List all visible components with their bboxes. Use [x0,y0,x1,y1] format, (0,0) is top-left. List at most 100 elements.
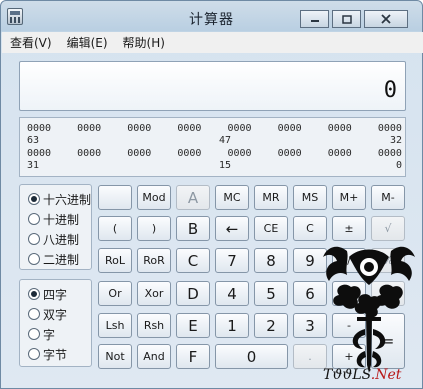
bit-group[interactable]: 0000 [127,148,151,160]
bit-group[interactable]: 0000 [328,148,352,160]
word-size-group: 四字 双字 字 字节 [19,279,92,367]
bit-group[interactable]: 0000 [378,148,402,160]
radio-label: 字 [43,327,56,342]
not-key[interactable]: Not [98,344,132,369]
open-paren-key[interactable]: ( [98,216,132,241]
watermark-part: LS [352,367,371,383]
bit-index: 0 [395,160,402,171]
radio-label: 字节 [43,347,68,362]
and-key[interactable]: And [137,344,171,369]
radio-dword[interactable]: 双字 [28,306,67,322]
hex-b-key[interactable]: B [176,216,210,241]
radio-label: 双字 [43,307,68,322]
maximize-icon [341,14,352,24]
hex-e-key[interactable]: E [176,313,210,338]
bit-group[interactable]: 0000 [177,148,201,160]
radio-indicator [28,193,40,205]
bit-group[interactable]: 0000 [328,123,352,135]
radio-indicator [28,328,40,340]
hex-f-key[interactable]: F [176,344,210,369]
menu-view[interactable]: 查看(V) [2,34,59,51]
watermark-text: TϑϑLS.Net [323,367,401,383]
radio-label: 八进制 [43,232,80,247]
digit-7-key[interactable]: 7 [215,248,249,273]
radio-dec[interactable]: 十进制 [28,211,79,227]
radio-label: 十进制 [43,212,80,227]
bit-index: 32 [389,135,402,146]
bit-index: 63 [27,135,40,146]
maximize-button[interactable] [332,10,361,28]
dragon-watermark-art [323,246,415,373]
radio-byte[interactable]: 字节 [28,346,67,362]
bit-display: 0000 0000 0000 0000 0000 0000 0000 0000 … [19,117,406,177]
blank-key[interactable] [98,185,132,210]
close-icon [381,14,391,24]
or-key[interactable]: Or [98,281,132,306]
menu-edit[interactable]: 编辑(E) [59,34,115,51]
hex-a-key[interactable]: A [176,185,210,210]
ms-key[interactable]: MS [293,185,327,210]
display-value: 0 [383,78,397,103]
digit-5-key[interactable]: 5 [254,281,288,306]
radio-indicator [28,233,40,245]
radio-indicator [28,213,40,225]
digit-8-key[interactable]: 8 [254,248,288,273]
bit-group[interactable]: 0000 [27,148,51,160]
watermark-part: .Net [370,367,402,383]
bit-group[interactable]: 0000 [127,123,151,135]
radio-indicator [28,348,40,360]
clear-entry-key[interactable]: CE [254,216,288,241]
xor-key[interactable]: Xor [137,281,171,306]
digit-1-key[interactable]: 1 [215,313,249,338]
radio-label: 十六进制 [43,192,92,207]
close-paren-key[interactable]: ) [137,216,171,241]
bit-group[interactable]: 0000 [228,123,252,135]
mod-key[interactable]: Mod [137,185,171,210]
hex-c-key[interactable]: C [176,248,210,273]
rol-key[interactable]: RoL [98,248,132,273]
radio-indicator [28,308,40,320]
radio-indicator [28,288,40,300]
lsh-key[interactable]: Lsh [98,313,132,338]
digit-2-key[interactable]: 2 [254,313,288,338]
bit-index-lower: 31 15 0 [27,160,402,172]
calculator-window: 计算器 查看(V) 编辑(E) 帮助(H) 0 0000 0000 0000 0… [0,0,423,389]
radio-indicator [28,253,40,265]
bit-group[interactable]: 0000 [177,123,201,135]
radio-bin[interactable]: 二进制 [28,251,79,267]
menu-bar: 查看(V) 编辑(E) 帮助(H) [2,32,423,53]
watermark-part: ϑϑ [332,367,353,383]
backspace-key[interactable]: ← [215,216,249,241]
bit-group[interactable]: 0000 [278,148,302,160]
radio-label: 二进制 [43,252,80,267]
bit-group[interactable]: 0000 [378,123,402,135]
m-minus-key[interactable]: M- [371,185,405,210]
bit-index: 15 [219,160,232,171]
title-bar[interactable]: 计算器 [1,1,422,31]
bit-group[interactable]: 0000 [278,123,302,135]
ror-key[interactable]: RoR [137,248,171,273]
digit-0-key[interactable]: 0 [215,344,288,369]
bit-row-upper: 0000 0000 0000 0000 0000 0000 0000 0000 [27,123,402,135]
digit-4-key[interactable]: 4 [215,281,249,306]
radio-oct[interactable]: 八进制 [28,231,79,247]
radio-hex[interactable]: 十六进制 [28,191,91,207]
bit-group[interactable]: 0000 [27,123,51,135]
close-button[interactable] [364,10,408,28]
bit-group[interactable]: 0000 [228,148,252,160]
minimize-button[interactable] [300,10,329,28]
minimize-icon [310,20,319,22]
m-plus-key[interactable]: M+ [332,185,366,210]
mr-key[interactable]: MR [254,185,288,210]
radio-word[interactable]: 字 [28,326,55,342]
mc-key[interactable]: MC [215,185,249,210]
bit-group[interactable]: 0000 [77,123,101,135]
radio-qword[interactable]: 四字 [28,286,67,302]
hex-d-key[interactable]: D [176,281,210,306]
bit-index: 47 [219,135,232,146]
bit-group[interactable]: 0000 [77,148,101,160]
result-display: 0 [19,61,406,111]
rsh-key[interactable]: Rsh [137,313,171,338]
watermark-part: T [323,367,333,383]
menu-help[interactable]: 帮助(H) [115,34,172,51]
